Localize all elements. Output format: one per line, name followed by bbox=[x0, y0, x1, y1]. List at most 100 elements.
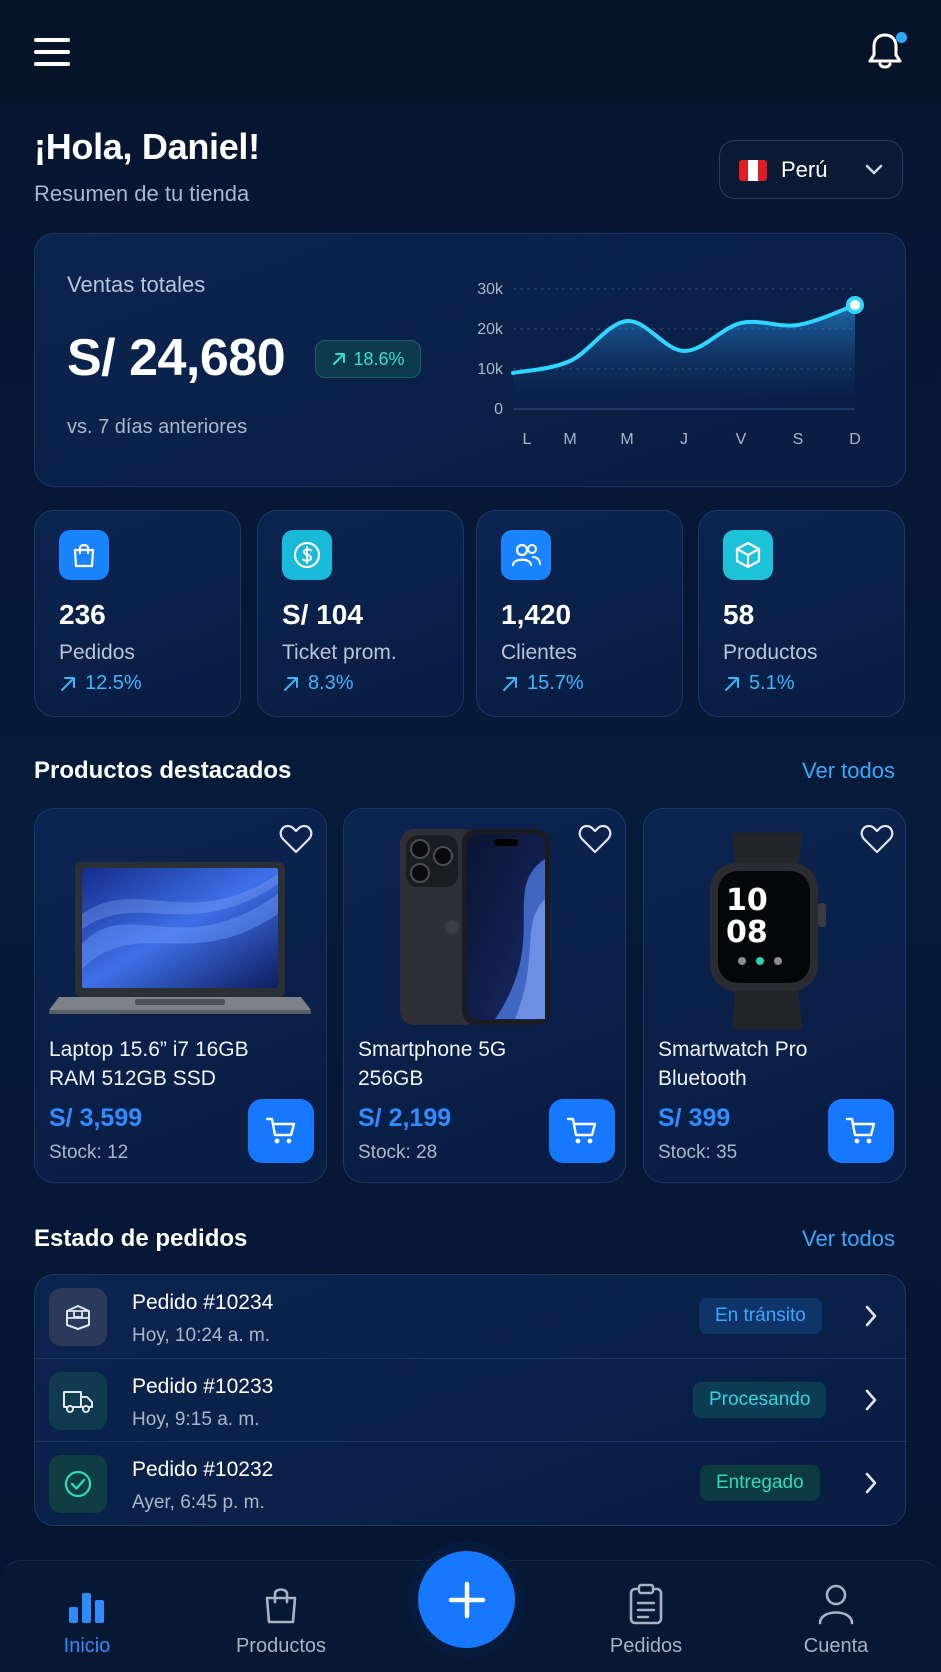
smartphone-image bbox=[400, 829, 550, 1025]
stat-label: Productos bbox=[723, 641, 818, 664]
stat-label: Clientes bbox=[501, 641, 577, 664]
flag-stripe bbox=[739, 160, 749, 181]
product-card-smartphone[interactable]: Smartphone 5G 256GB S/ 2,199 Stock: 28 bbox=[343, 808, 626, 1183]
peru-flag-icon bbox=[739, 160, 767, 181]
stat-icon-bg bbox=[59, 530, 109, 580]
sales-area-fill bbox=[513, 305, 855, 409]
greeting-title: ¡Hola, Daniel! bbox=[34, 126, 260, 167]
add-to-cart-button[interactable] bbox=[248, 1099, 314, 1163]
menu-button[interactable] bbox=[34, 38, 70, 70]
add-to-cart-button[interactable] bbox=[549, 1099, 615, 1163]
product-card-laptop[interactable]: Laptop 15.6” i7 16GB RAM 512GB SSD S/ 3,… bbox=[34, 808, 327, 1183]
nav-icon-wrap bbox=[581, 1581, 711, 1625]
y-tick-label: 30k bbox=[477, 281, 504, 298]
smartwatch-body bbox=[710, 833, 826, 1029]
stat-icon-bg bbox=[282, 530, 332, 580]
stat-icon-bg bbox=[501, 530, 551, 580]
stat-label: Pedidos bbox=[59, 641, 135, 664]
product-stock: Stock: 12 bbox=[49, 1142, 129, 1163]
x-tick-label: D bbox=[849, 431, 861, 448]
featured-see-all-link[interactable]: Ver todos bbox=[802, 758, 895, 784]
product-card-smartwatch[interactable]: 10 08 Smartwatch Pro Bluetooth S/ 399 St… bbox=[643, 808, 906, 1183]
order-icon-bg bbox=[49, 1288, 107, 1346]
stat-value: 236 bbox=[59, 599, 106, 630]
order-title: Pedido #10232 bbox=[132, 1458, 274, 1481]
product-price: S/ 2,199 bbox=[358, 1104, 452, 1132]
data-point bbox=[846, 296, 864, 314]
nav-label: Pedidos bbox=[609, 1635, 683, 1657]
heart-icon[interactable] bbox=[860, 823, 894, 855]
watch-face-time: 10 08 bbox=[726, 885, 768, 949]
heart-icon[interactable] bbox=[279, 823, 313, 855]
stat-change-value: 8.3% bbox=[308, 672, 354, 694]
stat-change-value: 15.7% bbox=[527, 672, 584, 694]
users-icon bbox=[511, 543, 541, 567]
nav-icon-wrap bbox=[771, 1581, 901, 1625]
product-name-line: Bluetooth bbox=[658, 1067, 747, 1090]
product-stock: Stock: 35 bbox=[658, 1142, 738, 1163]
nav-item-cuenta[interactable]: Cuenta bbox=[771, 1581, 901, 1658]
box-icon bbox=[735, 541, 761, 569]
cart-icon bbox=[845, 1117, 876, 1144]
sales-change-badge: 18.6% bbox=[315, 340, 421, 378]
watch-minute: 08 bbox=[726, 915, 768, 950]
add-fab-button[interactable] bbox=[418, 1551, 515, 1648]
check-circle-icon bbox=[64, 1470, 92, 1498]
sales-card: Ventas totales S/ 24,680 18.6% vs. 7 día… bbox=[34, 233, 906, 487]
product-name: Smartphone 5G 256GB bbox=[358, 1035, 506, 1093]
chevron-down-icon bbox=[865, 164, 883, 175]
sales-comparison: vs. 7 días anteriores bbox=[67, 416, 248, 438]
trend-up-icon bbox=[284, 676, 298, 691]
x-tick-label: L bbox=[523, 431, 532, 448]
country-selector[interactable]: Perú bbox=[719, 140, 903, 199]
stat-icon-bg bbox=[723, 530, 773, 580]
y-tick-label: 0 bbox=[494, 401, 503, 418]
product-name-line: Laptop 15.6” i7 16GB bbox=[49, 1038, 249, 1061]
trend-up-icon bbox=[61, 676, 75, 691]
order-row[interactable]: Pedido #10233 Hoy, 9:15 a. m. Procesando bbox=[35, 1358, 907, 1441]
product-name-line: Smartphone 5G bbox=[358, 1038, 507, 1061]
orders-see-all-link[interactable]: Ver todos bbox=[802, 1226, 895, 1252]
greeting-subtitle: Resumen de tu tienda bbox=[34, 181, 250, 206]
nav-icon-wrap bbox=[216, 1581, 346, 1625]
nav-item-productos[interactable]: Productos bbox=[216, 1581, 346, 1658]
nav-item-pedidos[interactable]: Pedidos bbox=[581, 1581, 711, 1658]
package-icon bbox=[66, 1305, 90, 1330]
orders-list: Pedido #10234 Hoy, 10:24 a. m. En tránsi… bbox=[34, 1274, 907, 1526]
stat-card-productos[interactable]: 58 Productos 5.1% bbox=[698, 510, 905, 717]
product-name-line: Smartwatch Pro bbox=[658, 1038, 808, 1061]
menu-icon-bar bbox=[34, 38, 70, 42]
order-row[interactable]: Pedido #10234 Hoy, 10:24 a. m. En tránsi… bbox=[35, 1275, 907, 1358]
status-badge: En tránsito bbox=[699, 1298, 822, 1334]
x-tick-label: J bbox=[680, 431, 688, 448]
stat-change-value: 12.5% bbox=[85, 672, 142, 694]
stat-value: 1,420 bbox=[501, 599, 572, 630]
y-tick-label: 10k bbox=[477, 361, 504, 378]
stat-card-clientes[interactable]: 1,420 Clientes 15.7% bbox=[476, 510, 683, 717]
product-name-line: 256GB bbox=[358, 1067, 424, 1090]
chevron-right-icon bbox=[865, 1472, 877, 1494]
order-title: Pedido #10234 bbox=[132, 1291, 274, 1314]
stat-label: Ticket prom. bbox=[282, 641, 397, 664]
stat-change: 8.3% bbox=[282, 672, 354, 695]
watch-hour: 10 bbox=[726, 883, 768, 918]
nav-item-inicio[interactable]: Inicio bbox=[22, 1581, 152, 1658]
top-bar bbox=[0, 0, 941, 104]
heart-icon[interactable] bbox=[578, 823, 612, 855]
product-price: S/ 399 bbox=[658, 1104, 731, 1132]
order-row[interactable]: Pedido #10232 Ayer, 6:45 p. m. Entregado bbox=[35, 1441, 907, 1524]
trend-up-icon bbox=[725, 676, 739, 691]
add-to-cart-button[interactable] bbox=[828, 1099, 894, 1163]
bar-chart-icon bbox=[69, 1593, 104, 1623]
order-icon-bg bbox=[49, 1455, 107, 1513]
y-tick-label: 20k bbox=[477, 321, 504, 338]
stat-value: S/ 104 bbox=[282, 599, 363, 630]
truck-icon bbox=[63, 1391, 93, 1413]
chevron-right-icon bbox=[865, 1305, 877, 1327]
smartwatch-image: 10 08 bbox=[702, 833, 842, 1029]
notifications-button[interactable] bbox=[868, 32, 908, 76]
stat-card-ticket[interactable]: S/ 104 Ticket prom. 8.3% bbox=[257, 510, 464, 717]
clipboard-icon bbox=[629, 1583, 663, 1625]
stat-change-value: 5.1% bbox=[749, 672, 795, 694]
stat-card-pedidos[interactable]: 236 Pedidos 12.5% bbox=[34, 510, 241, 717]
